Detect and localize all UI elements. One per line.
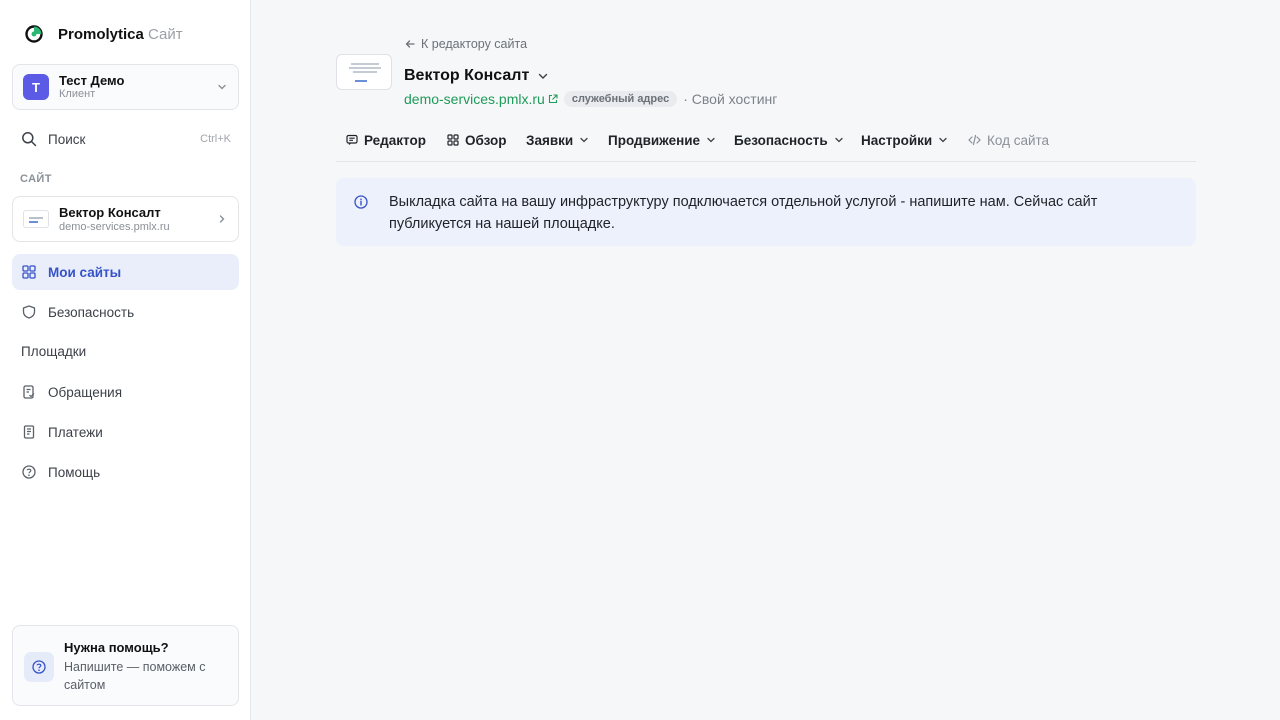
account-switcher[interactable]: Т Тест Демо Клиент	[12, 64, 239, 110]
grid-icon	[22, 265, 36, 279]
chevron-down-icon	[218, 84, 226, 90]
tab-promotion[interactable]: Продвижение	[608, 132, 716, 148]
search-shortcut: Ctrl+K	[200, 133, 231, 145]
external-link-icon[interactable]	[548, 94, 558, 104]
sidebar-item-label: Безопасность	[48, 304, 135, 320]
site-preview-thumbnail[interactable]	[336, 54, 392, 90]
sidebar-item-label: Мои сайты	[48, 264, 122, 280]
chevron-down-icon	[835, 137, 843, 143]
chat-icon	[346, 134, 358, 145]
sidebar-item-label: Обращения	[48, 384, 123, 400]
tab-requests[interactable]: Заявки	[526, 132, 589, 148]
code-icon	[968, 134, 981, 146]
help-card[interactable]: Нужна помощь? Напишите — поможем с сайто…	[12, 625, 239, 706]
help-circle-icon	[32, 660, 46, 674]
help-card-text: Напишите — поможем с сайтом	[64, 660, 206, 692]
brand-suffix: Сайт	[148, 25, 183, 43]
sidebar-item-label: Помощь	[48, 464, 101, 480]
chevron-down-icon	[580, 137, 588, 143]
document-check-icon	[23, 385, 35, 399]
info-icon	[354, 195, 368, 209]
service-address-badge: служебный адрес	[563, 91, 678, 107]
chevron-right-icon	[219, 215, 225, 223]
search-icon	[22, 132, 37, 147]
chevron-down-icon	[539, 73, 548, 79]
site-card-name: Вектор Консалт	[59, 204, 161, 220]
site-url-link[interactable]: demo-services.pmlx.ru	[404, 91, 545, 107]
chevron-down-icon	[939, 137, 947, 143]
site-tabs: Редактор Обзор Заявки Продвижение Безопа…	[336, 128, 1196, 162]
shield-icon	[22, 305, 36, 319]
sidebar-item-security[interactable]: Безопасность	[12, 294, 239, 330]
account-role: Клиент	[59, 88, 96, 100]
alert-text: Выкладка сайта на вашу инфраструктуру по…	[389, 194, 1098, 232]
search-button[interactable]: Поиск Ctrl+K	[21, 130, 231, 148]
receipt-icon	[23, 425, 35, 439]
brand-logo-icon	[25, 25, 43, 43]
site-title: Вектор Консалт	[404, 67, 530, 84]
site-thumbnail	[23, 210, 49, 228]
hosting-info-alert: Выкладка сайта на вашу инфраструктуру по…	[336, 178, 1196, 246]
sidebar-item-payments[interactable]: Платежи	[12, 414, 239, 450]
back-to-editor-link[interactable]: К редактору сайта	[404, 37, 527, 51]
brand[interactable]: Promolytica Сайт	[24, 24, 183, 44]
site-card[interactable]: Вектор Консалт demo-services.pmlx.ru	[12, 196, 239, 242]
grid-icon	[447, 134, 459, 146]
chevron-down-icon	[707, 137, 715, 143]
sidebar-item-requests[interactable]: Обращения	[12, 374, 239, 410]
section-label-site: САЙТ	[20, 173, 52, 185]
site-title-dropdown[interactable]: Вектор Консалт	[404, 67, 549, 85]
brand-name: Promolytica Сайт	[58, 25, 183, 43]
sidebar-item-label: Платежи	[48, 424, 103, 440]
tab-security[interactable]: Безопасность	[734, 132, 844, 148]
arrow-left-icon	[405, 40, 415, 48]
avatar: Т	[23, 74, 49, 100]
tab-overview[interactable]: Обзор	[447, 132, 507, 148]
tab-editor[interactable]: Редактор	[346, 132, 426, 148]
sidebar-item-help[interactable]: Помощь	[12, 454, 239, 490]
site-card-url: demo-services.pmlx.ru	[59, 220, 170, 233]
help-card-title: Нужна помощь?	[64, 640, 169, 655]
sidebar-item-platforms[interactable]: Площадки	[21, 344, 86, 359]
tab-site-code[interactable]: Код сайта	[968, 132, 1049, 148]
site-url-row: demo-services.pmlx.ru служебный адрес · …	[404, 90, 777, 108]
search-label: Поиск	[48, 131, 86, 147]
account-name: Тест Демо	[59, 73, 125, 88]
tab-settings[interactable]: Настройки	[861, 132, 948, 148]
hosting-label: · Свой хостинг	[683, 91, 778, 107]
help-circle-icon	[22, 465, 36, 479]
sidebar: Promolytica Сайт Т Тест Демо Клиент Поис…	[0, 0, 251, 720]
sidebar-item-my-sites[interactable]: Мои сайты	[12, 254, 239, 290]
